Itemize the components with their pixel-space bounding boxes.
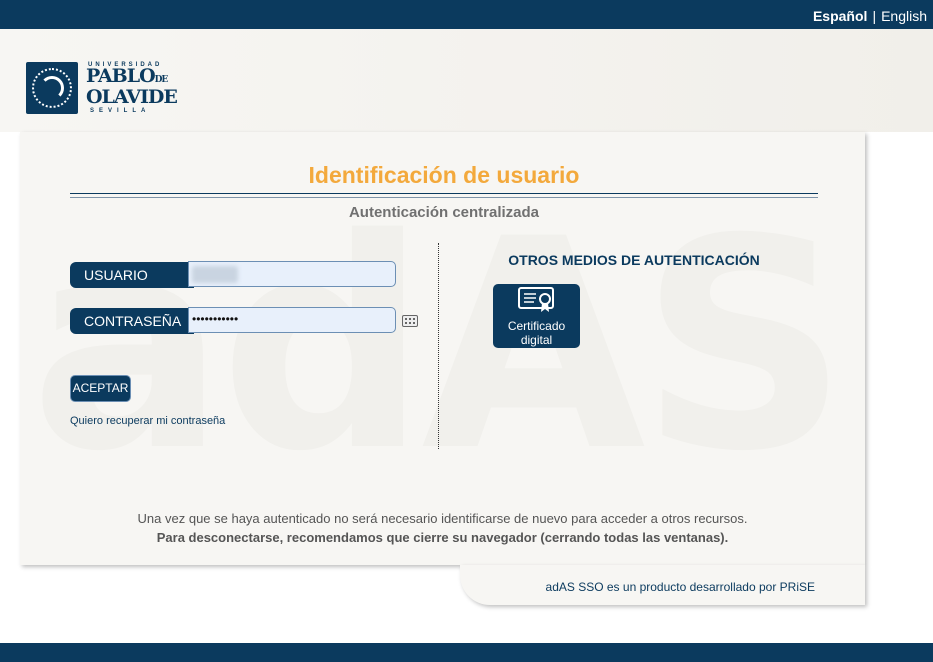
page-title: Identificación de usuario xyxy=(308,162,580,188)
digital-certificate-button[interactable]: Certificado digital xyxy=(493,284,580,348)
lang-espanol[interactable]: Español xyxy=(813,8,867,24)
certificate-label-line1: Certificado xyxy=(507,319,566,333)
password-value: ••••••••••• xyxy=(192,312,239,326)
top-bar: Español | English xyxy=(0,0,933,29)
lang-english[interactable]: English xyxy=(881,8,927,24)
lang-separator: | xyxy=(872,8,877,24)
title-divider xyxy=(70,193,818,198)
keyboard-icon[interactable] xyxy=(402,315,418,327)
header: UNIVERSIDAD PABLODE OLAVIDE SEVILLA xyxy=(0,29,933,132)
logo-name-de: DE xyxy=(154,75,169,85)
accept-button[interactable]: ACEPTAR xyxy=(70,375,131,402)
info-text: Una vez que se haya autenticado no será … xyxy=(137,511,748,526)
logo-name: PABLODE OLAVIDE xyxy=(86,65,178,108)
logo-emblem-icon xyxy=(26,62,78,114)
bottom-bar xyxy=(0,643,933,662)
adas-watermark: adAS xyxy=(30,178,849,515)
language-selector: Español | English xyxy=(813,8,927,24)
logo-name-line2: OLAVIDE xyxy=(86,86,178,108)
recover-password-link[interactable]: Quiero recuperar mi contraseña xyxy=(70,415,225,427)
certificate-icon xyxy=(518,287,554,312)
university-logo[interactable]: UNIVERSIDAD PABLODE OLAVIDE SEVILLA xyxy=(26,62,178,116)
user-value-blurred xyxy=(192,266,238,283)
page-subtitle: Autenticación centralizada xyxy=(348,204,540,221)
certificate-label-line2: digital xyxy=(520,333,553,347)
logo-bottom-text: SEVILLA xyxy=(90,108,151,114)
logout-advice: Para desconectarse, recomendamos que cie… xyxy=(156,530,729,545)
vertical-divider xyxy=(438,243,439,449)
other-auth-title: OTROS MEDIOS DE AUTENTICACIÓN xyxy=(508,252,760,268)
user-label: USUARIO xyxy=(70,262,194,288)
credits-text[interactable]: adAS SSO es un producto desarrollado por… xyxy=(470,580,815,594)
certificate-label: Certificado digital xyxy=(493,319,580,347)
password-label: CONTRASEÑA xyxy=(70,308,194,334)
logo-name-line1: PABLO xyxy=(86,65,156,87)
